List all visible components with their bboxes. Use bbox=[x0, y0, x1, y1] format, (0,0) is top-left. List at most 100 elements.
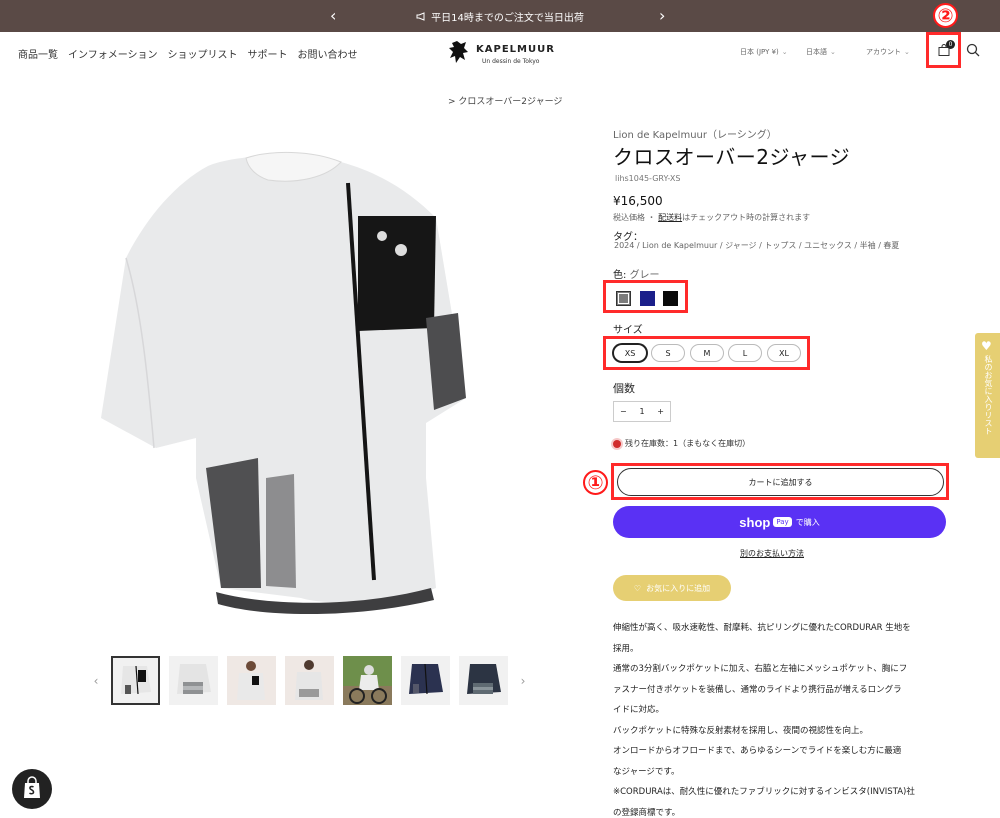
product-description: 伸縮性が高く、吸水速乾性、耐摩耗、抗ピリングに優れたCORDURAR 生地を 採… bbox=[613, 618, 948, 818]
chevron-left-icon[interactable]: ‹ bbox=[90, 674, 102, 688]
thumbnail-2[interactable] bbox=[169, 656, 218, 705]
description-line: オンロードからオフロードまで、あらゆるシーンでライドを楽しむ方に最適 bbox=[613, 746, 902, 756]
product-vendor[interactable]: Lion de Kapelmuur（レーシング） bbox=[613, 126, 777, 141]
thumbnail-image bbox=[227, 656, 276, 705]
annotation-marker-1: ① bbox=[583, 470, 608, 495]
chevron-down-icon: ⌄ bbox=[830, 48, 836, 56]
size-option-l[interactable]: L bbox=[728, 344, 762, 362]
stock-text: 残り在庫数：1（まもなく在庫切） bbox=[625, 439, 751, 448]
tax-note-suffix: はチェックアウト時の計算されます bbox=[682, 213, 811, 222]
quantity-label: 個数 bbox=[613, 382, 635, 395]
description-line: バックポケットに特殊な反射素材を採用し、夜間の視認性を向上。 bbox=[613, 725, 869, 736]
quantity-minus-button[interactable]: − bbox=[620, 407, 627, 416]
nav-item-shoplist[interactable]: ショップリスト bbox=[168, 46, 238, 61]
shop-pay-button[interactable]: shop Pay で購入 bbox=[613, 506, 946, 538]
description-line: の登録商標です。 bbox=[613, 807, 681, 818]
breadcrumb: > クロスオーバー2ジャージ bbox=[448, 97, 563, 107]
description-line: 採用。 bbox=[613, 643, 639, 654]
product-sku: lihs1045-GRY-XS bbox=[615, 174, 681, 183]
color-swatch-group bbox=[603, 280, 688, 313]
quantity-plus-button[interactable]: + bbox=[657, 407, 664, 416]
thumbnail-image bbox=[285, 656, 334, 705]
add-to-favorites-button[interactable]: ♡ お気に入りに追加 bbox=[613, 575, 731, 601]
description-line: なジャージです。 bbox=[613, 766, 680, 777]
chevron-left-icon[interactable]: ‹ bbox=[330, 6, 336, 25]
thumbnail-image bbox=[409, 663, 443, 695]
shop-pay-wordmark: shop bbox=[739, 514, 771, 530]
thumbnail-image bbox=[121, 665, 151, 695]
shop-pay-label: で購入 bbox=[795, 517, 820, 527]
heart-icon: ♡ bbox=[633, 583, 642, 593]
color-swatch-gray[interactable] bbox=[616, 291, 631, 306]
shopify-bag-icon bbox=[24, 776, 40, 798]
size-option-s[interactable]: S bbox=[651, 344, 685, 362]
thumbnail-6[interactable] bbox=[401, 656, 450, 705]
color-swatch-navy[interactable] bbox=[640, 291, 655, 306]
search-icon[interactable] bbox=[966, 43, 980, 57]
product-price: ¥16,500 bbox=[613, 194, 663, 208]
stock-dot-icon bbox=[613, 439, 621, 448]
site-logo[interactable]: KAPELMUUR Un dessin de Tokyo bbox=[446, 38, 556, 68]
announcement-text: 平日14時までのご注文で当日出荷 bbox=[431, 12, 584, 24]
stock-status: 残り在庫数：1（まもなく在庫切） bbox=[613, 438, 750, 449]
chevron-right-icon[interactable]: › bbox=[659, 6, 665, 25]
thumbnail-1[interactable] bbox=[111, 656, 160, 705]
shopify-chat-button[interactable] bbox=[12, 769, 52, 809]
thumbnail-3[interactable] bbox=[227, 656, 276, 705]
chevron-down-icon: ⌄ bbox=[781, 48, 788, 56]
product-main-image bbox=[101, 151, 466, 615]
size-option-xs[interactable]: XS bbox=[613, 344, 647, 362]
announcement-message: 平日14時までのご注文で当日出荷 bbox=[416, 9, 584, 24]
product-title: クロスオーバー2ジャージ bbox=[613, 145, 851, 169]
description-line: ァスナー付きポケットを装備し、通常のライドより携行品が増えるロングラ bbox=[613, 684, 902, 695]
thumbnail-image bbox=[343, 656, 392, 705]
size-label: サイズ bbox=[613, 325, 643, 336]
color-swatch-black[interactable] bbox=[663, 291, 678, 306]
add-to-cart-button[interactable]: カートに追加する bbox=[617, 468, 944, 496]
tax-note-prefix: 税込価格 ・ bbox=[613, 213, 656, 222]
color-label: 色: グレー bbox=[613, 266, 660, 281]
thumbnail-7[interactable] bbox=[459, 656, 508, 705]
currency-label: 日本 (JPY ¥) bbox=[740, 48, 779, 56]
language-selector[interactable]: 日本語 ⌄ bbox=[806, 47, 836, 57]
favorite-label: お気に入りに追加 bbox=[646, 583, 711, 593]
size-option-group: XS S M L XL bbox=[603, 336, 810, 370]
announcement-bar: ‹ 平日14時までのご注文で当日出荷 › bbox=[0, 0, 1000, 32]
thumbnail-4[interactable] bbox=[285, 656, 334, 705]
account-label: アカウント bbox=[866, 48, 901, 56]
thumbnail-5[interactable] bbox=[343, 656, 392, 705]
shipping-link[interactable]: 配送料 bbox=[658, 213, 682, 222]
chevron-down-icon: ⌄ bbox=[904, 48, 910, 56]
language-label: 日本語 bbox=[806, 48, 827, 56]
chevron-right-icon[interactable]: › bbox=[517, 674, 529, 688]
quantity-value[interactable]: 1 bbox=[639, 407, 644, 416]
account-menu[interactable]: アカウント ⌄ bbox=[866, 47, 910, 57]
currency-selector[interactable]: 日本 (JPY ¥) ⌄ bbox=[740, 47, 788, 57]
cart-highlight-box: 0 bbox=[926, 32, 961, 68]
description-line: 伸縮性が高く、吸水速乾性、耐摩耗、抗ピリングに優れたCORDURAR 生地を bbox=[613, 623, 911, 633]
thumbnail-image bbox=[177, 664, 211, 694]
favorites-list-tab[interactable]: ♥ 私のお気に入りリスト bbox=[975, 333, 1000, 458]
size-option-xl[interactable]: XL bbox=[767, 344, 801, 362]
nav-item-products[interactable]: 商品一覧 bbox=[18, 46, 58, 61]
logo-brand: KAPELMUUR bbox=[476, 44, 555, 55]
product-tags[interactable]: 2024 / Lion de Kapelmuur / ジャージ / トップス /… bbox=[614, 240, 899, 251]
lion-logo-icon bbox=[449, 41, 468, 63]
tax-note: 税込価格 ・ 配送料はチェックアウト時の計算されます bbox=[613, 212, 810, 223]
thumbnail-strip: ‹ › bbox=[90, 656, 529, 705]
other-payment-link[interactable]: 別のお支払い方法 bbox=[740, 548, 804, 559]
favorites-tab-label: 私のお気に入りリスト bbox=[984, 355, 993, 435]
quantity-stepper: − 1 + bbox=[613, 401, 671, 422]
description-line: ※CORDURAは、耐久性に優れたファブリックに対するインビスタ(INVISTA… bbox=[613, 787, 915, 797]
nav-item-contact[interactable]: お問い合わせ bbox=[298, 46, 358, 61]
cart-count-badge: 0 bbox=[946, 40, 955, 49]
nav-item-support[interactable]: サポート bbox=[248, 46, 288, 61]
shop-pay-badge: Pay bbox=[773, 517, 792, 527]
description-line: 通常の3分割バックポケットに加え、右脇と左袖にメッシュポケット、胸にフ bbox=[613, 664, 908, 674]
annotation-marker-2: ② bbox=[933, 3, 958, 28]
nav-item-information[interactable]: インフォメーション bbox=[68, 46, 158, 61]
site-header: 商品一覧 インフォメーション ショップリスト サポート お問い合わせ KAPEL… bbox=[0, 32, 1000, 74]
size-option-m[interactable]: M bbox=[690, 344, 724, 362]
thumbnail-image bbox=[467, 664, 501, 694]
description-line: イドに対応。 bbox=[613, 705, 665, 715]
